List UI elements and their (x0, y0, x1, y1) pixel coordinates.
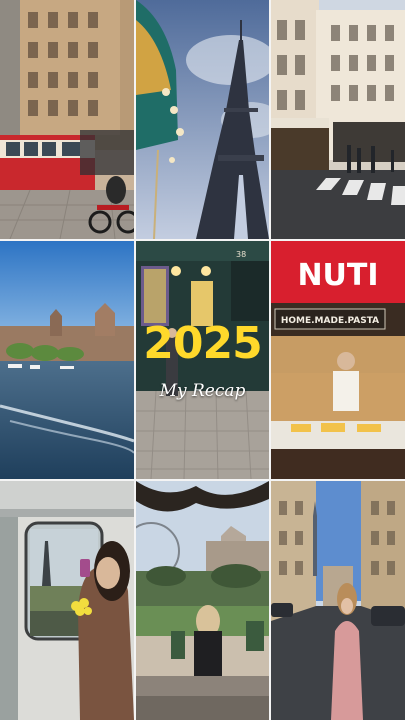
photo-nuti-shop-counter: NUTI HOME.MADE.PASTA (271, 241, 405, 479)
photo-eiffel-tower-carousel (136, 0, 269, 239)
photo-paris-street-woman (271, 481, 405, 720)
photo-river-waterfront (0, 241, 134, 479)
photo-park-ferris-wheel (136, 481, 269, 720)
nuti-sign-text: NUTI (297, 258, 378, 293)
photo-collage: 38 2025 My Recap NUTI HOME.MADE.PASTA (0, 0, 405, 720)
photo-train-window-eiffel (0, 481, 134, 720)
photo-old-shopfront-cobblestone: 38 (136, 241, 269, 479)
shop-number-text: 38 (236, 250, 246, 259)
photo-paris-street-crosswalk (271, 0, 405, 239)
home-made-pasta-sign-text: HOME.MADE.PASTA (281, 316, 379, 326)
photo-prague-tram-street (0, 0, 134, 239)
